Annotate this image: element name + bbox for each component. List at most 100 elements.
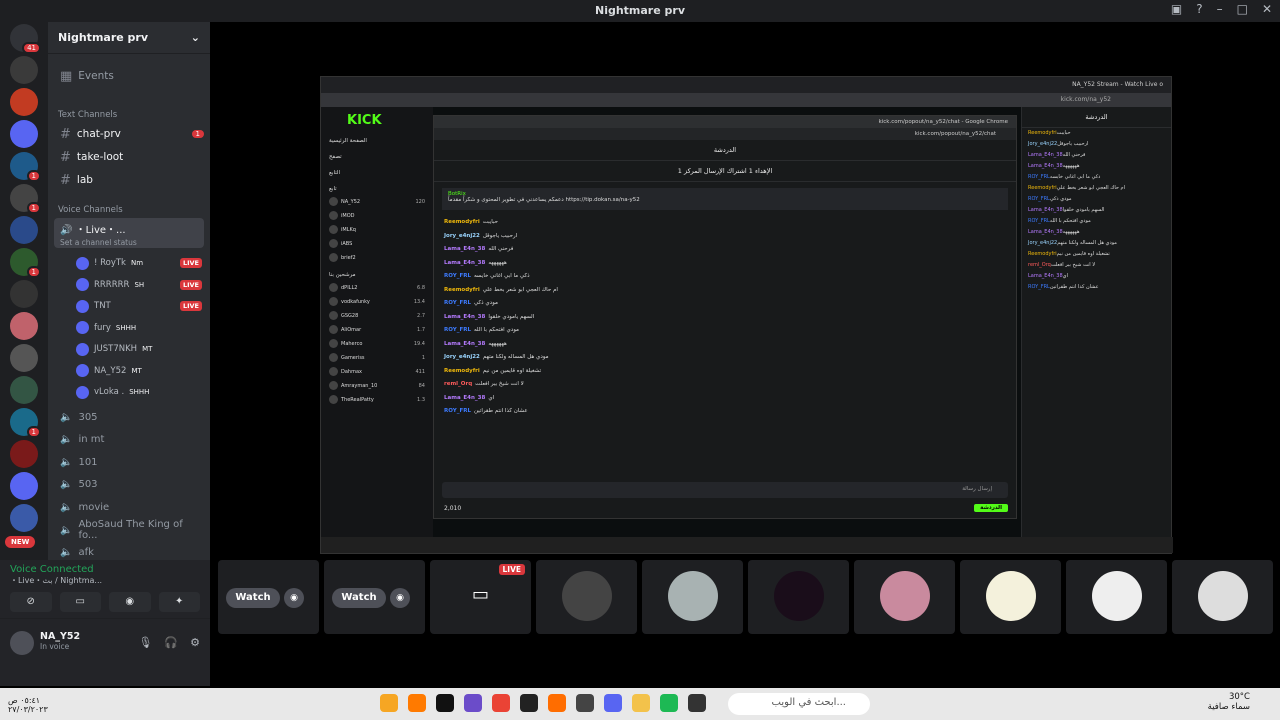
chat-username[interactable]: Jory_e4nj22 xyxy=(444,354,480,360)
gear-icon[interactable]: ⚙ xyxy=(190,636,200,674)
chat-username[interactable]: reml_Orq xyxy=(1028,262,1051,268)
chat-username[interactable]: Lama_E4n_38 xyxy=(1028,273,1063,279)
server-icon[interactable]: 1 xyxy=(10,184,41,214)
chat-username[interactable]: ROY_FRL xyxy=(1028,174,1050,180)
chat-username[interactable]: Lama_E4n_38 xyxy=(444,246,485,252)
server-icon[interactable] xyxy=(10,120,38,148)
chat-username[interactable]: ROY_FRL xyxy=(444,327,471,333)
eye-icon[interactable]: ◉ xyxy=(284,588,304,608)
voice-user[interactable]: vLoka . SHHH xyxy=(76,383,202,401)
taskbar-app-icon[interactable] xyxy=(492,694,510,712)
chat-username[interactable]: Reemodyfri xyxy=(444,219,480,225)
taskbar-app-icon[interactable] xyxy=(380,694,398,712)
voice-user[interactable]: ! RoyTk Nm LIVE xyxy=(76,254,202,272)
taskbar-app-icon[interactable] xyxy=(604,694,622,712)
chat-username[interactable]: ROY_FRL xyxy=(1028,196,1050,202)
followed-channel[interactable]: iMLKq xyxy=(329,225,425,234)
participant-tile[interactable] xyxy=(1172,560,1273,634)
recommended-channel[interactable]: vodkafunky 13.4 xyxy=(329,297,425,306)
chat-username[interactable]: Lama_E4n_38 xyxy=(1028,207,1063,213)
followed-channel[interactable]: iMOD xyxy=(329,211,425,220)
chat-username[interactable]: Reemodyfri xyxy=(1028,130,1057,136)
recommended-channel[interactable]: Amrayman_10 84 xyxy=(329,381,425,390)
server-icon[interactable]: 1 xyxy=(10,152,41,182)
eye-icon[interactable]: ◉ xyxy=(390,588,410,608)
screen-share-icon[interactable]: ▭ xyxy=(59,592,101,612)
text-channel-item[interactable]: # lab xyxy=(54,170,204,190)
kick-nav-item[interactable]: تصفح xyxy=(329,154,425,160)
chat-username[interactable]: Lama_E4n_38 xyxy=(1028,163,1063,169)
minimize-icon[interactable]: – xyxy=(1217,2,1223,16)
chat-username[interactable]: ROY_FRL xyxy=(444,300,471,306)
taskbar-app-icon[interactable] xyxy=(520,694,538,712)
voice-channel-item[interactable]: 🔈 305 xyxy=(60,408,204,426)
recommended-channel[interactable]: Gameriss 1 xyxy=(329,353,425,362)
taskbar-app-icon[interactable] xyxy=(436,694,454,712)
active-voice-channel[interactable]: 🔊 ・Live・... Set a channel status xyxy=(54,218,204,248)
chat-send-button[interactable]: الدردشة xyxy=(974,504,1008,512)
server-icon[interactable] xyxy=(10,376,38,404)
text-channel-item[interactable]: # chat-prv 1 xyxy=(54,124,204,144)
maximize-icon[interactable]: □ xyxy=(1237,2,1248,16)
participant-tile[interactable] xyxy=(1066,560,1167,634)
taskbar-app-icon[interactable] xyxy=(576,694,594,712)
watch-button[interactable]: Watch xyxy=(332,588,386,608)
chat-username[interactable]: Jory_e4nj22 xyxy=(1028,141,1057,147)
server-icon[interactable] xyxy=(10,472,38,500)
help-icon[interactable]: ? xyxy=(1196,2,1202,16)
events-item[interactable]: ▦ Events xyxy=(54,66,204,86)
voice-channel-item[interactable]: 🔈 in mt xyxy=(60,431,204,449)
chat-username[interactable]: Jory_e4nj22 xyxy=(444,233,480,239)
headphones-icon[interactable]: 🎧 xyxy=(164,636,178,674)
text-channels-category[interactable]: Text Channels xyxy=(58,110,117,120)
taskbar-app-icon[interactable] xyxy=(464,694,482,712)
voice-channel-item[interactable]: 🔈 movie xyxy=(60,498,204,516)
taskbar-app-icon[interactable] xyxy=(632,694,650,712)
voice-user[interactable]: TNT LIVE xyxy=(76,297,202,315)
participant-tile[interactable] xyxy=(854,560,955,634)
server-icon[interactable] xyxy=(10,312,38,340)
chat-username[interactable]: ROY_FRL xyxy=(1028,218,1050,224)
voice-user[interactable]: JUST7NKH MT xyxy=(76,340,202,358)
taskbar-search[interactable]: ابحث في الويب... xyxy=(728,693,870,715)
voice-channel-item[interactable]: 🔈 afk xyxy=(60,544,204,562)
taskbar-app-icon[interactable] xyxy=(688,694,706,712)
voice-channel-item[interactable]: 🔈 503 xyxy=(60,476,204,494)
kick-nav-item[interactable]: الصفحة الرئيسية xyxy=(329,138,425,144)
stream-tile[interactable]: Watch ◉ xyxy=(218,560,319,634)
chat-username[interactable]: Lama_E4n_38 xyxy=(444,314,485,320)
voice-channels-category[interactable]: Voice Channels xyxy=(58,205,123,215)
voice-user[interactable]: fury SHHH xyxy=(76,319,202,337)
inbox-icon[interactable]: ▣ xyxy=(1171,2,1182,16)
recommended-channel[interactable]: Dahmax 411 xyxy=(329,367,425,376)
followed-channel[interactable]: NA_Y52 120 xyxy=(329,197,425,206)
followed-channel[interactable]: brief2 xyxy=(329,253,425,262)
text-channel-item[interactable]: # take-loot xyxy=(54,147,204,167)
server-icon[interactable] xyxy=(10,280,38,308)
participant-tile[interactable] xyxy=(960,560,1061,634)
voice-user[interactable]: RRRRRR SH LIVE xyxy=(76,276,202,294)
chat-input[interactable]: إرسال رسالة xyxy=(442,482,1008,498)
server-icon[interactable] xyxy=(10,216,38,244)
chat-username[interactable]: reml_Orq xyxy=(444,381,472,387)
voice-channel-item[interactable]: 🔈 101 xyxy=(60,453,204,471)
recommended-channel[interactable]: dPILL2 6.8 xyxy=(329,283,425,292)
participant-tile[interactable] xyxy=(536,560,637,634)
chat-username[interactable]: ROY_FRL xyxy=(444,408,471,414)
taskbar-app-icon[interactable] xyxy=(660,694,678,712)
chat-username[interactable]: ROY_FRL xyxy=(444,273,471,279)
server-header[interactable]: Nightmare prv ⌄ xyxy=(48,22,210,54)
chat-username[interactable]: Lama_E4n_38 xyxy=(1028,152,1063,158)
chat-username[interactable]: Reemodyfri xyxy=(1028,185,1057,191)
avatar[interactable] xyxy=(10,631,34,655)
stream-tile[interactable]: Watch ◉ xyxy=(324,560,425,634)
server-icon[interactable] xyxy=(10,344,38,372)
taskbar-app-icon[interactable] xyxy=(548,694,566,712)
voice-channel-item[interactable]: 🔈 AboSaud The King of fo... xyxy=(60,519,204,541)
mic-icon[interactable]: 🎙 xyxy=(138,636,152,674)
recommended-channel[interactable]: Maherco 19.4 xyxy=(329,339,425,348)
server-icon[interactable]: 1 xyxy=(10,248,41,278)
recommended-channel[interactable]: GSG28 2.7 xyxy=(329,311,425,320)
server-icon[interactable] xyxy=(10,88,38,116)
chat-username[interactable]: Lama_E4n_38 xyxy=(444,260,485,266)
